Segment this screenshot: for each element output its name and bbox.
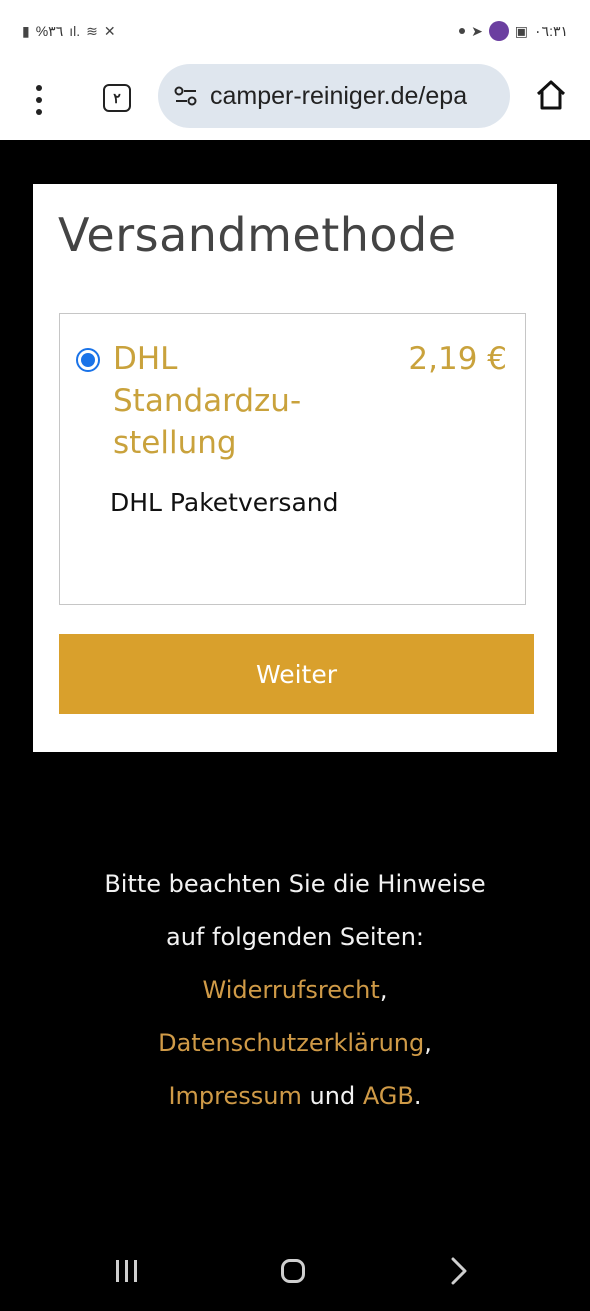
imprint-link[interactable]: Impressum [168,1082,301,1110]
signal-icon: ıl. [69,23,81,39]
system-nav-bar [0,1232,590,1311]
wifi-icon: ≋ [86,22,98,39]
shipping-card: Versandmethode DHL Standardzu-stellung 2… [33,184,557,752]
recents-bar-icon [125,1260,128,1282]
status-left: ▮ %٣٦ ıl. ≋ ✕ [22,23,116,40]
continue-button[interactable]: Weiter [59,634,534,714]
comma-2: , [424,1029,432,1057]
shipping-option[interactable]: DHL Standardzu-stellung 2,19 € DHL Paket… [59,313,526,605]
legal-notice: Bitte beachten Sie die Hinweise auf folg… [0,858,590,1123]
radio-selected-dot [81,353,95,367]
gallery-icon: ▣ [514,22,529,39]
recents-bar-icon [116,1260,119,1282]
system-home-button[interactable] [281,1259,305,1283]
shipping-option-price: 2,19 € [408,341,507,377]
comma-1: , [379,976,388,1004]
shipping-option-name-text: DHL Standardzu-stellung [113,341,302,461]
menu-dot-icon [36,97,42,103]
tab-switcher-button[interactable]: ٢ [103,84,131,112]
url-text: camper-reiniger.de/epa [210,81,468,110]
status-time: ٠٦:٣١ [534,22,568,39]
shipping-option-radio[interactable] [76,348,100,372]
address-bar[interactable]: camper-reiniger.de/epa [158,64,510,128]
browser-menu-button[interactable] [28,82,50,118]
shipping-option-description: DHL Paketversand [110,488,339,517]
mute-icon: ✕ [103,22,116,39]
terms-link[interactable]: AGB [363,1082,414,1110]
notice-line-1: Bitte beachten Sie die Hinweise [104,870,486,898]
browser-toolbar: ٢ camper-reiniger.de/epa [0,62,590,140]
notice-line-5: Impressum und AGB. [0,1070,590,1123]
page-title: Versandmethode [58,208,457,262]
menu-dot-icon [36,109,42,115]
app-avatar-icon [488,21,509,41]
recents-bar-icon [134,1260,137,1282]
notice-line-4: Datenschutzerklärung, [0,1017,590,1070]
status-right: ➤ ▣ ٠٦:٣١ [459,21,568,41]
home-icon [536,80,566,110]
system-back-button[interactable] [448,1256,470,1286]
recents-button[interactable] [116,1260,137,1282]
site-settings-icon[interactable] [172,82,200,110]
telegram-icon: ➤ [471,22,483,39]
tab-count: ٢ [113,89,121,106]
chevron-right-icon [451,1257,467,1285]
notification-dot-icon [459,28,466,34]
notice-line-3: Widerrufsrecht, [0,964,590,1017]
menu-dot-icon [36,85,42,91]
notice-line-2: auf folgenden Seiten: [166,923,424,951]
battery-icon: ▮ [22,22,30,39]
withdrawal-link[interactable]: Widerrufsrecht [203,976,380,1004]
status-bar: ▮ %٣٦ ıl. ≋ ✕ ➤ ▣ ٠٦:٣١ [0,0,590,62]
home-button[interactable] [534,78,568,112]
privacy-link[interactable]: Datenschutzerklärung [158,1029,424,1057]
shipping-option-name: DHL Standardzu-stellung [113,338,363,464]
battery-percent: %٣٦ [35,22,64,39]
period: . [413,1082,422,1110]
and-word: und [309,1082,356,1110]
